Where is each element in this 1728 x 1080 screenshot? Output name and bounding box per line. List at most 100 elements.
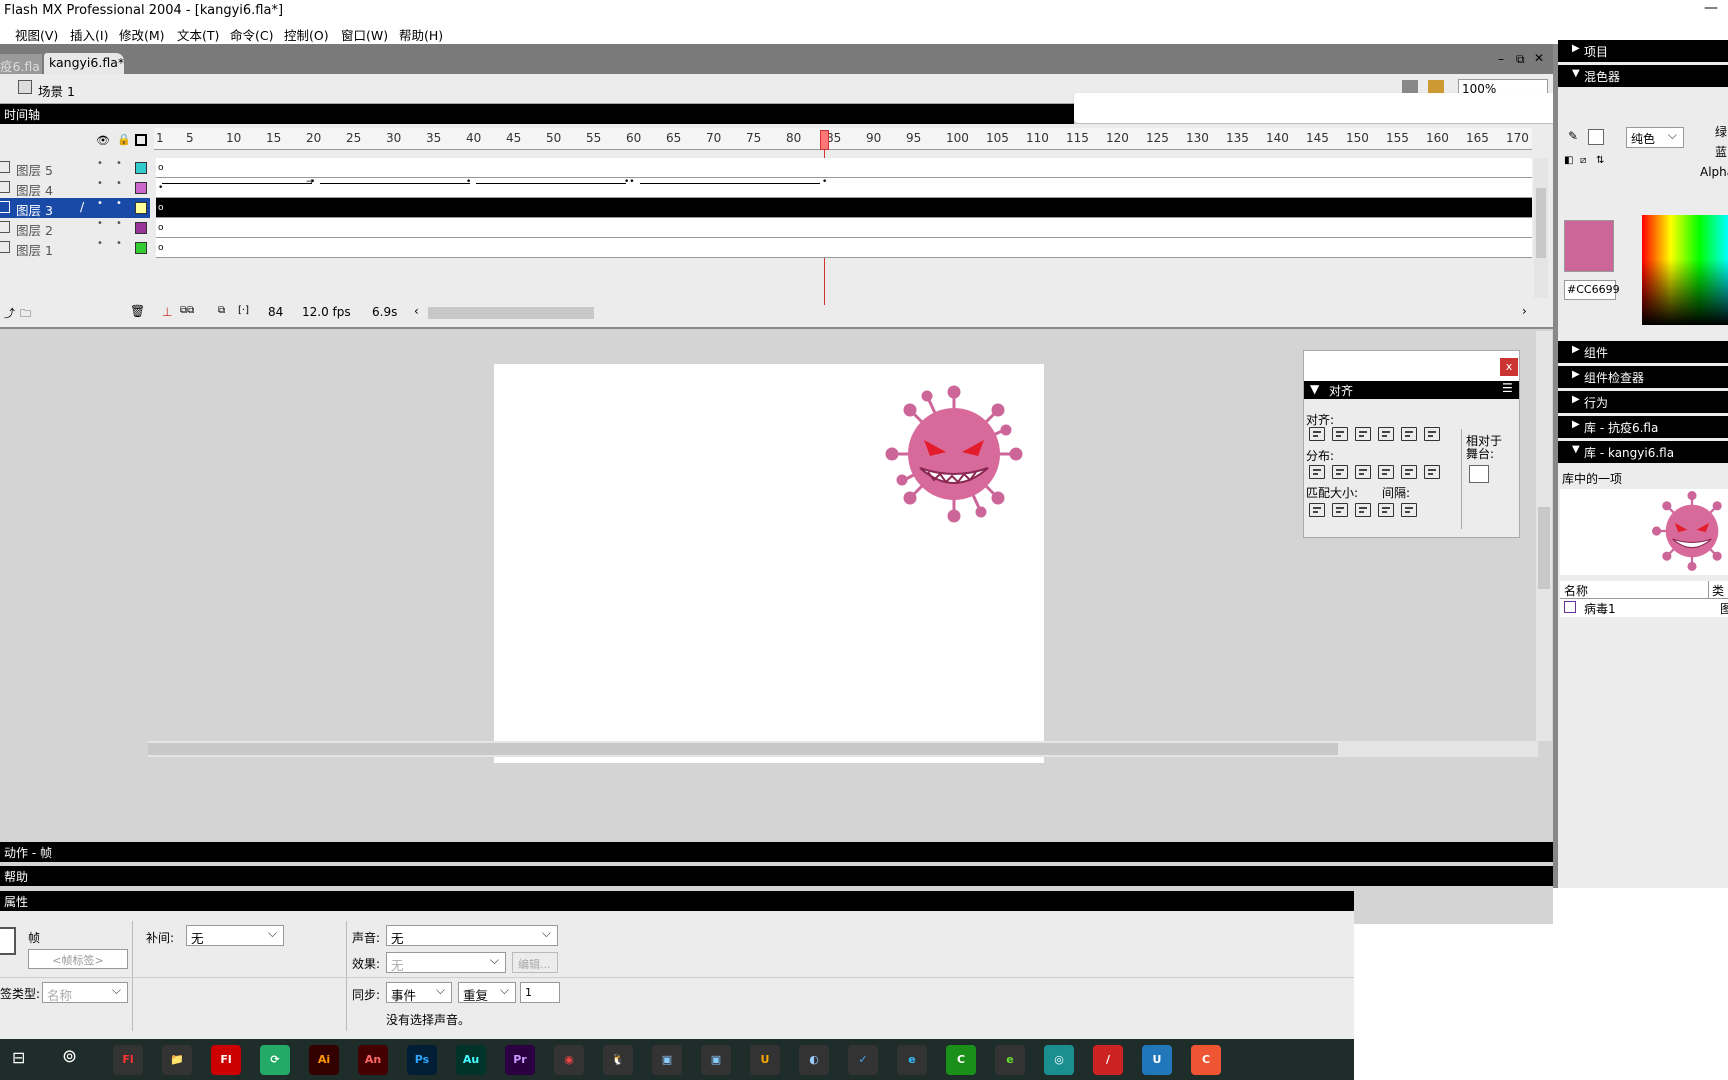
align-left-icon[interactable] (1309, 427, 1325, 441)
actions-panel-header[interactable]: 动作 - 帧 (0, 842, 1553, 862)
virus-graphic[interactable] (884, 384, 1024, 524)
no-color-icon[interactable]: ⧄ (1580, 155, 1586, 166)
task-view-icon[interactable]: ⊟ (12, 1048, 25, 1067)
scroll-right-icon[interactable]: › (1522, 304, 1527, 318)
tab-inactive[interactable]: 疫6.fla (0, 54, 42, 74)
stage-hscroll[interactable] (148, 741, 1538, 757)
align-top-icon[interactable] (1378, 427, 1394, 441)
space-h-icon[interactable] (1401, 503, 1417, 517)
dist-top-icon[interactable] (1309, 465, 1325, 479)
taskbar-app-icon[interactable]: e (995, 1045, 1025, 1075)
repeat-count-input[interactable]: 1 (520, 982, 560, 1003)
dist-bottom-icon[interactable] (1355, 465, 1371, 479)
taskbar-app-icon[interactable]: 🐧 (603, 1045, 633, 1075)
layer-row[interactable]: 图层 1 • • (0, 238, 150, 258)
hex-input[interactable]: #CC6699 (1564, 280, 1620, 300)
align-vcenter-icon[interactable] (1401, 427, 1417, 441)
menu-window[interactable]: 窗口(W) (341, 25, 388, 44)
keyframe[interactable]: o (158, 203, 164, 213)
taskbar-app-icon[interactable]: Fl (211, 1045, 241, 1075)
layer-dot[interactable]: • (97, 158, 103, 169)
layer-color-swatch[interactable] (135, 202, 147, 214)
frame-row[interactable]: o (156, 158, 1532, 178)
to-stage-button[interactable] (1469, 465, 1489, 483)
search-icon[interactable]: ⊚ (62, 1046, 77, 1067)
keyframe[interactable]: o (158, 223, 164, 233)
frame-row[interactable]: o (156, 198, 1532, 218)
space-v-icon[interactable] (1378, 503, 1394, 517)
stroke-color-icon[interactable]: ✎ (1568, 129, 1578, 143)
layer-color-swatch[interactable] (135, 182, 147, 194)
taskbar-app-icon[interactable]: ✓ (848, 1045, 878, 1075)
taskbar-app-icon[interactable]: An (358, 1045, 388, 1075)
sync-select[interactable]: 事件 (386, 982, 452, 1003)
layer-dot[interactable]: • (97, 178, 103, 189)
layer-dot[interactable]: • (116, 178, 122, 189)
add-layer-icon[interactable]: ⤴ (4, 305, 15, 321)
dist-left-icon[interactable] (1378, 465, 1394, 479)
dist-vcenter-icon[interactable] (1332, 465, 1348, 479)
frame-row[interactable]: o (156, 218, 1532, 238)
components-panel-header[interactable]: ▶ 组件 (1558, 341, 1728, 363)
taskbar-app-icon[interactable]: ▣ (701, 1045, 731, 1075)
layer-row[interactable]: 图层 3 / • • (0, 198, 150, 218)
tween-select[interactable]: 无 (186, 925, 284, 946)
taskbar-app-icon[interactable]: ⟳ (260, 1045, 290, 1075)
library-row[interactable]: 病毒1 图 (1560, 599, 1728, 617)
frame-ruler[interactable]: 1 5 10 15 20 25 30 35 40 45 50 55 60 65 70 75 80 85 90 95 10… (154, 128, 1532, 150)
minimize-icon[interactable]: — (1704, 0, 1718, 16)
align-right-icon[interactable] (1355, 427, 1371, 441)
menu-modify[interactable]: 修改(M) (119, 25, 165, 44)
match-width-icon[interactable] (1309, 503, 1325, 517)
mixer-panel-header[interactable]: ▼ 混色器 (1558, 65, 1728, 87)
align-bottom-icon[interactable] (1424, 427, 1440, 441)
doc-minimize-icon[interactable]: – (1498, 52, 1504, 66)
sound-select[interactable]: 无 (386, 925, 558, 946)
frame-rate[interactable]: 12.0 fps (302, 305, 351, 319)
frame-row[interactable]: o (156, 238, 1532, 258)
center-frame-icon[interactable]: ⊥ (162, 305, 172, 319)
add-folder-icon[interactable]: 🗀 (20, 305, 31, 324)
doc-restore-icon[interactable]: ⧉ (1516, 52, 1525, 67)
taskbar-app-icon[interactable]: ◎ (1044, 1045, 1074, 1075)
doc-close-icon[interactable]: ✕ (1534, 51, 1544, 65)
taskbar-app-icon[interactable]: e (897, 1045, 927, 1075)
taskbar-app-icon[interactable]: C (1191, 1045, 1221, 1075)
lock-icon[interactable]: 🔒 (117, 133, 131, 146)
menu-insert[interactable]: 插入(I) (70, 25, 108, 44)
timeline-hscroll-thumb[interactable] (428, 307, 594, 319)
menu-view[interactable]: 视图(V) (15, 25, 58, 44)
layer-color-swatch[interactable] (135, 162, 147, 174)
taskbar-app-icon[interactable]: / (1093, 1045, 1123, 1075)
layer-name[interactable]: 图层 1 (16, 240, 53, 259)
library2-panel-header[interactable]: ▼ 库 - kangyi6.fla (1558, 441, 1728, 463)
label-type-select[interactable]: 名称 (42, 982, 128, 1003)
taskbar-app-icon[interactable]: U (750, 1045, 780, 1075)
align-hcenter-icon[interactable] (1332, 427, 1348, 441)
onion-skin-icon[interactable]: ⧉⧉ (180, 305, 194, 316)
taskbar-app-icon[interactable]: Pr (505, 1045, 535, 1075)
taskbar-app-icon[interactable]: U (1142, 1045, 1172, 1075)
trash-icon[interactable]: 🗑 (130, 304, 145, 318)
project-panel-header[interactable]: ▶ 项目 (1558, 40, 1728, 62)
layer-name[interactable]: 图层 3 (16, 200, 53, 219)
scroll-left-icon[interactable]: ‹ (414, 304, 419, 318)
menu-help[interactable]: 帮助(H) (399, 25, 443, 44)
align-panel-header[interactable]: ▼ 对齐 ☰ (1304, 381, 1519, 399)
taskbar-app-icon[interactable]: ▣ (652, 1045, 682, 1075)
layer-dot[interactable]: • (116, 158, 122, 169)
fill-type-select[interactable]: 纯色 (1626, 127, 1684, 148)
dist-hcenter-icon[interactable] (1401, 465, 1417, 479)
layer-dot[interactable]: • (116, 238, 122, 249)
edit-button[interactable]: 编辑... (512, 952, 558, 973)
library-col-name[interactable]: 名称 (1564, 582, 1588, 599)
keyframe[interactable]: o (158, 243, 164, 253)
panel-menu-icon[interactable]: ☰ (1502, 381, 1513, 395)
taskbar-app-icon[interactable]: Fl (113, 1045, 143, 1075)
match-both-icon[interactable] (1355, 503, 1371, 517)
taskbar-app-icon[interactable]: C (946, 1045, 976, 1075)
eye-icon[interactable]: 👁 (96, 134, 110, 147)
behaviors-panel-header[interactable]: ▶ 行为 (1558, 391, 1728, 413)
scene-label[interactable]: 场景 1 (38, 81, 75, 100)
playhead[interactable] (820, 130, 829, 150)
